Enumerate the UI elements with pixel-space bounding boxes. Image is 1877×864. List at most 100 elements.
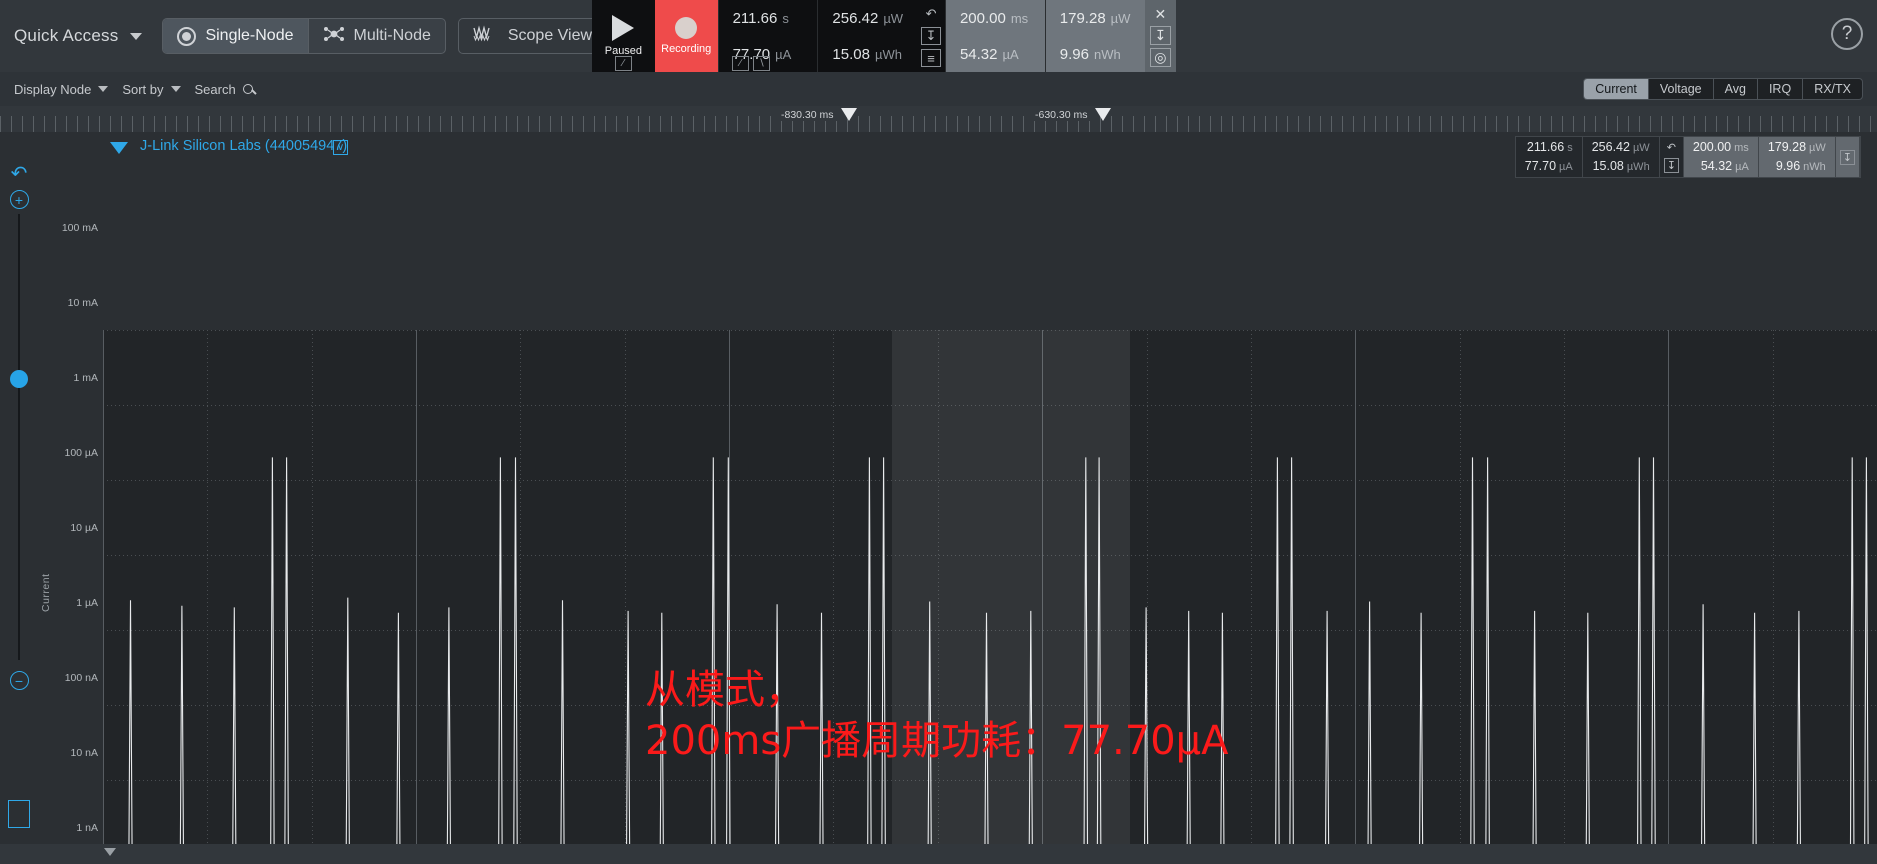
y-axis-label: Current [40, 573, 52, 612]
selection-power-unit: µW [1110, 10, 1131, 26]
chart-stats-sel-current-unit: µA [1735, 161, 1749, 173]
chart-stats-current-unit: µA [1559, 161, 1573, 173]
view-tab-group: Current Voltage Avg IRQ RX/TX [1583, 78, 1863, 100]
marker-triangle-icon [1094, 108, 1111, 121]
chart-stats-sel-energy-number: 9.96 [1775, 159, 1801, 173]
y-axis-tick: 1 mA [73, 372, 98, 384]
selection-energy-value: 9.96 nWh [1046, 36, 1145, 72]
chart-stats-time-unit: s [1567, 142, 1573, 154]
tab-rxtx[interactable]: RX/TX [1803, 79, 1862, 99]
chart-stats-sel-time-unit: ms [1734, 142, 1749, 154]
reset-icon[interactable]: ↶ [921, 5, 941, 23]
selection-time-number: 200.00 [959, 9, 1006, 27]
sort-by-dropdown[interactable]: Sort by [122, 81, 181, 97]
tab-voltage[interactable]: Voltage [1649, 79, 1714, 99]
save-icon[interactable]: ↧ [1149, 26, 1171, 46]
chart-stats-sel-current-line: 54.32 µA [1693, 157, 1749, 176]
marker-triangle-icon [840, 108, 857, 121]
scope-view-group: Scope View [457, 18, 608, 54]
session-energy-value: 15.08 µWh [818, 36, 917, 72]
chevron-down-icon [98, 86, 109, 92]
chart-stats-mid-icons: ↶ ↧ [1660, 137, 1684, 177]
tab-current[interactable]: Current [1584, 79, 1649, 99]
chart-stats-selection-power: 179.28 µW 9.96 nWh [1758, 137, 1836, 177]
chart-stats-panel: 211.66 s 77.70 µA 256.42 µW 15.08 µWh ↶ ↧ 20… [1514, 136, 1861, 178]
tab-avg[interactable]: Avg [1714, 79, 1758, 99]
selection-energy-unit: nWh [1093, 46, 1121, 62]
save-icon[interactable]: ↧ [1839, 149, 1855, 165]
node-mode-group: Single-Node Multi-Node [162, 18, 446, 54]
save-icon[interactable]: ↧ [921, 27, 942, 45]
tab-scope-view[interactable]: Scope View [459, 19, 606, 53]
y-axis-tick: 100 µA [64, 447, 99, 459]
waveform-icon [473, 24, 499, 49]
save-icon[interactable]: ↧ [1663, 158, 1679, 173]
chart-stats-session-power: 256.42 µW 15.08 µWh [1583, 137, 1660, 177]
session-energy-unit: µWh [874, 46, 902, 62]
selection-current-unit: µA [1002, 46, 1019, 62]
list-icon[interactable]: ≡ [921, 49, 942, 67]
multi-node-label: Multi-Node [353, 27, 431, 44]
time-ruler[interactable]: -830.30 ms -630.30 ms [0, 106, 1877, 132]
threshold-icon[interactable]: ∕ [732, 56, 749, 71]
ruler-marker-start[interactable]: -830.30 ms [778, 108, 857, 121]
session-power-number: 256.42 [832, 9, 879, 27]
ruler-ticks [0, 116, 1877, 132]
threshold-icon[interactable]: ∕ [614, 56, 632, 71]
chevron-down-icon[interactable] [130, 32, 143, 40]
single-node-label: Single-Node [205, 27, 294, 44]
radio-node-icon [177, 26, 197, 46]
y-axis-tick: 1 µA [76, 597, 98, 609]
chart-stats-selection-time: 200.00 ms 54.32 µA [1683, 137, 1759, 177]
chart-stats-time-line: 211.66 s [1525, 138, 1573, 157]
chart-stats-sel-power-unit: µW [1809, 142, 1826, 154]
multi-node-icon [323, 25, 345, 48]
chart-stats-energy-unit: µWh [1626, 161, 1650, 173]
record-dot-icon [675, 17, 698, 39]
edge-icon[interactable]: ∖ [753, 56, 770, 71]
checkbox-icon[interactable]: ∨ [333, 140, 348, 155]
session-action-icons: ↶ ↧ ≡ [917, 0, 945, 72]
session-power-value: 256.42 µW [818, 0, 917, 36]
selection-time-value: 200.00 ms [946, 0, 1045, 36]
record-button[interactable]: Recording [654, 0, 718, 72]
selection-energy-number: 9.96 [1059, 45, 1089, 63]
snapshot-icon[interactable]: ◎ [1149, 47, 1171, 67]
chart-stats-energy-line: 15.08 µWh [1592, 157, 1650, 176]
chart-stats-sel-time-number: 200.00 [1692, 140, 1732, 154]
pause-sub-icons: ∕ [614, 56, 632, 71]
plot-area[interactable] [103, 330, 1877, 864]
help-icon[interactable]: ? [1831, 18, 1863, 50]
session-current-unit: µA [775, 46, 792, 62]
ruler-marker-end[interactable]: -630.30 ms [1032, 108, 1111, 121]
sort-by-label: Sort by [122, 81, 164, 97]
chart-stats-time-number: 211.66 [1526, 140, 1565, 154]
tab-multi-node[interactable]: Multi-Node [309, 19, 445, 53]
triangle-down-icon[interactable] [110, 142, 128, 154]
tab-single-node[interactable]: Single-Node [163, 19, 309, 53]
display-node-dropdown[interactable]: Display Node [14, 82, 109, 97]
chart-stats-sel-energy-line: 9.96 nWh [1768, 157, 1826, 176]
tab-irq[interactable]: IRQ [1758, 79, 1804, 99]
chart-stats-sel-power-number: 179.28 [1767, 140, 1807, 154]
scroll-down-icon[interactable] [104, 848, 116, 856]
selection-band[interactable] [892, 330, 1131, 864]
chart-stats-power-unit: µW [1632, 142, 1650, 154]
selection-current-value: 54.32 µA [946, 36, 1045, 72]
pause-button[interactable]: Paused ∕ [592, 0, 655, 72]
y-axis-tick: 10 nA [70, 747, 98, 759]
reset-icon[interactable]: ↶ [1667, 141, 1676, 154]
selection-time-column: 200.00 ms 54.32 µA [944, 0, 1045, 72]
session-time-number: 211.66 [732, 9, 778, 27]
recorder-cluster: Paused ∕ Recording ∕ ∖ 211.66 s 77.70 µA… [592, 0, 1177, 72]
quick-access-group[interactable]: Quick Access [0, 26, 143, 46]
close-icon[interactable]: ✕ [1150, 5, 1171, 24]
search-control[interactable]: Search [195, 82, 253, 97]
chart-stats-current-line: 77.70 µA [1525, 157, 1573, 176]
bottom-strip [0, 844, 1877, 864]
session-power-column: 256.42 µW 15.08 µWh [817, 0, 917, 72]
record-label: Recording [661, 43, 712, 55]
search-label: Search [194, 81, 236, 97]
chart-stats-session-time: 211.66 s 77.70 µA [1516, 137, 1583, 177]
chart-stats-sel-time-line: 200.00 ms [1693, 138, 1749, 157]
